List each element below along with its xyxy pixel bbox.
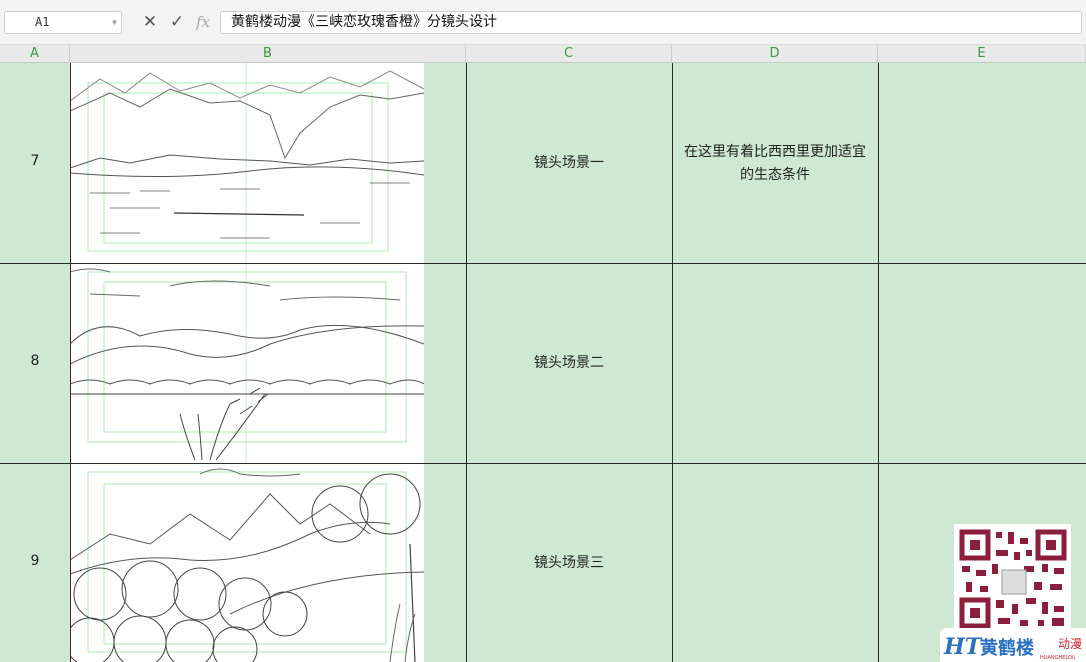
column-header-d[interactable]: D	[672, 45, 878, 63]
cell-c8[interactable]: 镜头场景二	[466, 352, 672, 375]
qr-code	[954, 524, 1071, 634]
chevron-down-icon[interactable]: ▼	[112, 12, 117, 33]
column-header-b[interactable]: B	[70, 45, 466, 63]
svg-text:HT: HT	[943, 634, 983, 660]
gridline	[70, 63, 71, 662]
huanghelou-logo: HT 黄鹤楼 动漫 HUANGHELOU	[940, 628, 1086, 662]
column-header-a[interactable]: A	[0, 45, 70, 63]
row-number-7[interactable]: 7	[0, 153, 70, 169]
row-number-8[interactable]: 8	[0, 353, 70, 369]
cell-c9[interactable]: 镜头场景三	[466, 552, 672, 575]
cell-d7-line1[interactable]: 在这里有着比西西里更加适宜	[672, 141, 878, 164]
column-header-e[interactable]: E	[878, 45, 1086, 63]
gridline	[878, 63, 879, 662]
svg-text:黄鹤楼: 黄鹤楼	[980, 637, 1034, 659]
storyboard-sketch-orange-grove[interactable]	[70, 464, 424, 662]
storyboard-sketch-hills-plant[interactable]	[70, 264, 424, 463]
formula-input[interactable]: 黄鹤楼动漫《三峡恋玫瑰香橙》分镜头设计	[220, 11, 1082, 34]
svg-text:HUANGHELOU: HUANGHELOU	[1040, 655, 1076, 661]
column-header-row: A B C D E	[0, 45, 1086, 63]
cell-reference: A1	[35, 15, 50, 29]
svg-text:动漫: 动漫	[1058, 637, 1082, 651]
name-box[interactable]: A1 ▼	[4, 11, 122, 34]
spreadsheet-grid[interactable]: 7 镜头场景一 在这里有着比西西里更加适宜 的生态条件 8 镜头场景二 9 镜头…	[0, 63, 1086, 662]
fx-icon[interactable]: fx	[193, 12, 213, 32]
storyboard-sketch-mountains-lake[interactable]	[70, 63, 424, 263]
row-number-9[interactable]: 9	[0, 553, 70, 569]
formula-bar: A1 ▼ ✕ ✓ fx 黄鹤楼动漫《三峡恋玫瑰香橙》分镜头设计	[0, 0, 1086, 45]
column-header-c[interactable]: C	[466, 45, 672, 63]
gridline	[0, 263, 1086, 264]
check-icon[interactable]: ✓	[167, 12, 187, 32]
cell-c7[interactable]: 镜头场景一	[466, 152, 672, 175]
close-icon[interactable]: ✕	[140, 12, 160, 32]
gridline	[0, 463, 1086, 464]
cell-d7-line2[interactable]: 的生态条件	[672, 164, 878, 187]
